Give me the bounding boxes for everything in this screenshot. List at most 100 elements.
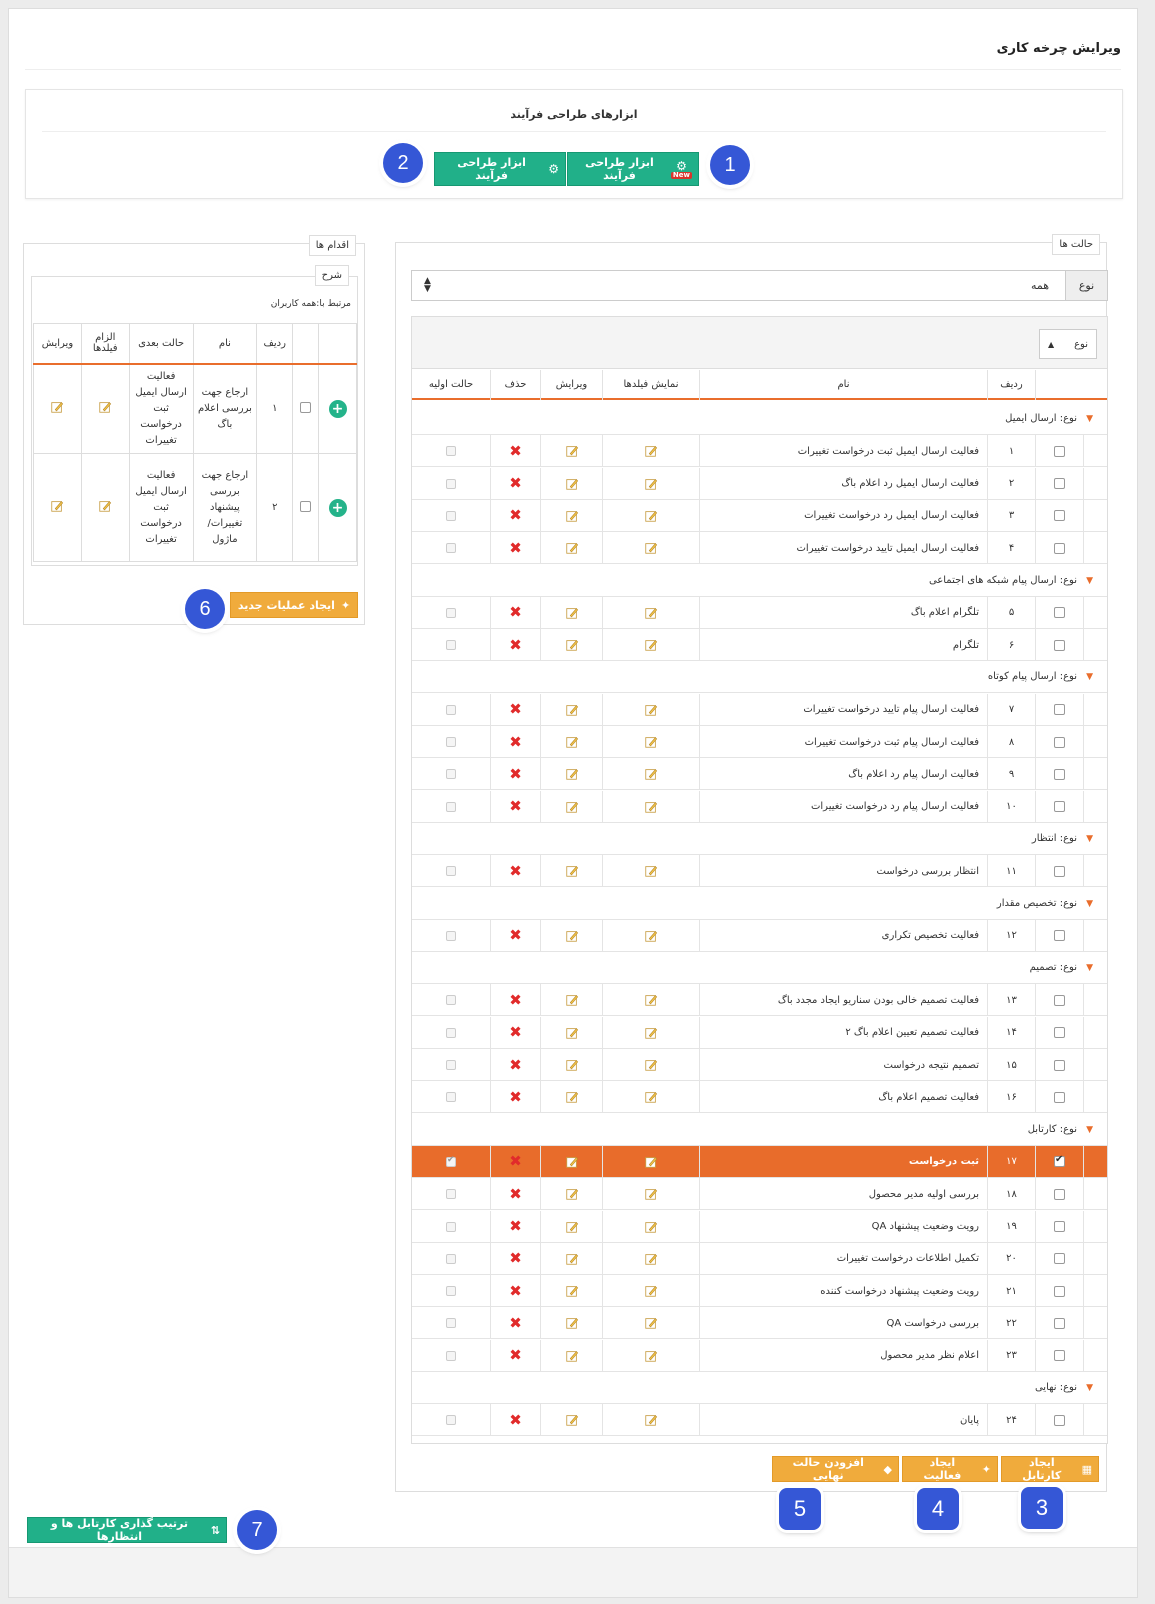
edit-cell[interactable] — [540, 1307, 602, 1340]
new-process-designer-button[interactable]: ⚙ New ابزار طراحی فرآیند — [567, 152, 699, 186]
table-row[interactable]: ۱۹ رویت وضعیت پیشنهاد QA ✖ — [412, 1210, 1107, 1243]
initial-state-cell[interactable] — [412, 435, 490, 467]
delete-cell[interactable]: ✖ — [490, 467, 540, 500]
show-fields-cell[interactable] — [602, 1275, 699, 1308]
delete-x-icon[interactable]: ✖ — [509, 992, 522, 1008]
table-row[interactable]: ۲۱ رویت وضعیت پیشنهاد درخواست کننده ✖ — [412, 1275, 1107, 1308]
row-checkbox[interactable] — [1054, 1154, 1065, 1168]
show-fields-cell[interactable] — [602, 435, 699, 468]
caret-down-icon[interactable]: ▼ — [1086, 823, 1093, 855]
table-row[interactable]: ۲۰ تکمیل اطلاعات درخواست تغییرات ✖ — [412, 1242, 1107, 1275]
edit-icon[interactable] — [644, 541, 658, 555]
table-row[interactable]: ۲۳ اعلام نظر مدیر محصول ✖ — [412, 1339, 1107, 1372]
table-row[interactable]: ۹ فعالیت ارسال پیام رد اعلام باگ ✖ — [412, 758, 1107, 791]
row-checkbox[interactable] — [1054, 736, 1065, 748]
table-row[interactable]: ۱۲ فعالیت تخصیص تکراری ✖ — [412, 919, 1107, 952]
initial-state-checkbox[interactable] — [446, 510, 456, 521]
group-header[interactable]: ▼ نوع: تصمیم — [412, 952, 1107, 985]
order-cartables-button[interactable]: ⇅ ترتیب گذاری کارتابل ها و انتظارها — [27, 1517, 227, 1543]
edit-icon[interactable] — [644, 1284, 658, 1298]
initial-state-checkbox[interactable] — [446, 478, 456, 489]
initial-state-checkbox[interactable] — [446, 769, 456, 780]
delete-cell[interactable]: ✖ — [490, 1242, 540, 1275]
delete-x-icon[interactable]: ✖ — [509, 605, 522, 620]
edit-icon[interactable] — [644, 993, 658, 1007]
edit-icon[interactable] — [565, 1187, 579, 1201]
select-cell[interactable] — [1035, 984, 1083, 1017]
table-row[interactable]: ۵ تلگرام اعلام باگ ✖ — [412, 596, 1107, 629]
select-cell[interactable] — [292, 453, 320, 562]
caret-down-icon[interactable]: ▼ — [1086, 1372, 1093, 1404]
delete-x-icon[interactable]: ✖ — [509, 443, 522, 459]
edit-cell[interactable] — [540, 984, 602, 1017]
delete-cell[interactable]: ✖ — [490, 1016, 540, 1049]
edit-cell[interactable] — [540, 790, 602, 823]
show-fields-cell[interactable] — [602, 1404, 699, 1437]
row-checkbox[interactable] — [1054, 1221, 1065, 1232]
delete-cell[interactable]: ✖ — [490, 1339, 540, 1372]
initial-state-cell[interactable] — [412, 1340, 490, 1372]
table-row[interactable]: ۱۸ بررسی اولیه مدیر محصول ✖ — [412, 1178, 1107, 1211]
initial-state-cell[interactable] — [412, 726, 490, 758]
initial-state-cell[interactable] — [412, 1275, 490, 1307]
row-checkbox[interactable] — [1054, 704, 1065, 716]
delete-cell[interactable]: ✖ — [490, 790, 540, 823]
edit-icon[interactable] — [565, 703, 579, 717]
create-cartable-button[interactable]: ▦ ایجاد کارتابل — [1001, 1456, 1099, 1482]
row-checkbox[interactable] — [1054, 1027, 1065, 1039]
edit-cell[interactable] — [540, 726, 602, 758]
initial-state-checkbox[interactable] — [446, 1221, 456, 1232]
initial-state-cell[interactable] — [412, 984, 490, 1016]
edit-icon[interactable] — [565, 1252, 579, 1266]
initial-state-cell[interactable] — [412, 694, 490, 726]
initial-state-cell[interactable] — [412, 1307, 490, 1339]
required-fields-cell[interactable] — [80, 453, 130, 562]
delete-cell[interactable]: ✖ — [490, 435, 540, 468]
show-fields-cell[interactable] — [602, 726, 699, 758]
row-checkbox[interactable] — [1054, 994, 1065, 1006]
delete-cell[interactable]: ✖ — [490, 726, 540, 758]
initial-state-cell[interactable] — [412, 1081, 490, 1113]
initial-state-checkbox[interactable] — [446, 607, 456, 618]
show-fields-cell[interactable] — [602, 758, 699, 791]
delete-x-icon[interactable]: ✖ — [509, 1412, 522, 1428]
delete-cell[interactable]: ✖ — [490, 1307, 540, 1340]
initial-state-cell[interactable] — [412, 855, 490, 887]
row-checkbox[interactable] — [1054, 1285, 1065, 1297]
table-row[interactable]: ۱۱ انتظار بررسی درخواست ✖ — [412, 855, 1107, 888]
table-row[interactable]: ۶ تلگرام ✖ — [412, 629, 1107, 662]
show-fields-cell[interactable] — [602, 629, 699, 662]
delete-cell[interactable]: ✖ — [490, 1178, 540, 1211]
create-activity-button[interactable]: ✦ ایجاد فعالیت — [902, 1456, 998, 1482]
delete-cell[interactable]: ✖ — [490, 758, 540, 791]
edit-icon[interactable] — [565, 1026, 579, 1040]
edit-icon[interactable] — [644, 767, 658, 781]
group-header[interactable]: ▼ نوع: انتظار — [412, 822, 1107, 855]
expand-cell[interactable]: + — [318, 363, 357, 454]
delete-cell[interactable]: ✖ — [490, 1210, 540, 1243]
show-fields-cell[interactable] — [602, 1145, 699, 1178]
edit-cell[interactable] — [540, 532, 602, 565]
group-header[interactable]: ▼ نوع: نهایی — [412, 1372, 1107, 1404]
select-cell[interactable] — [1035, 499, 1083, 532]
edit-icon[interactable] — [565, 800, 579, 814]
delete-cell[interactable]: ✖ — [490, 1404, 540, 1437]
delete-cell[interactable]: ✖ — [490, 984, 540, 1017]
initial-state-checkbox[interactable] — [446, 801, 456, 812]
initial-state-cell[interactable] — [412, 1049, 490, 1081]
show-fields-cell[interactable] — [602, 499, 699, 532]
row-checkbox[interactable] — [1054, 510, 1065, 522]
initial-state-checkbox[interactable] — [446, 995, 456, 1006]
required-fields-cell[interactable] — [80, 363, 130, 454]
edit-icon[interactable] — [565, 477, 579, 491]
plus-circle-icon[interactable]: + — [328, 498, 347, 517]
delete-x-icon[interactable]: ✖ — [509, 508, 522, 523]
delete-x-icon[interactable]: ✖ — [509, 1348, 522, 1363]
row-checkbox[interactable] — [1054, 1188, 1065, 1200]
table-row[interactable]: ۳ فعالیت ارسال ایمیل رد درخواست تغییرات ✖ — [412, 499, 1107, 532]
initial-state-checkbox[interactable] — [446, 930, 456, 941]
type-filter-select[interactable]: نوع همه ▲ ▼ — [411, 270, 1108, 301]
row-checkbox[interactable] — [1054, 542, 1065, 554]
group-header[interactable]: ▼ نوع: ارسال پیام کوتاه — [412, 661, 1107, 694]
caret-down-icon[interactable]: ▼ — [1086, 1114, 1093, 1146]
